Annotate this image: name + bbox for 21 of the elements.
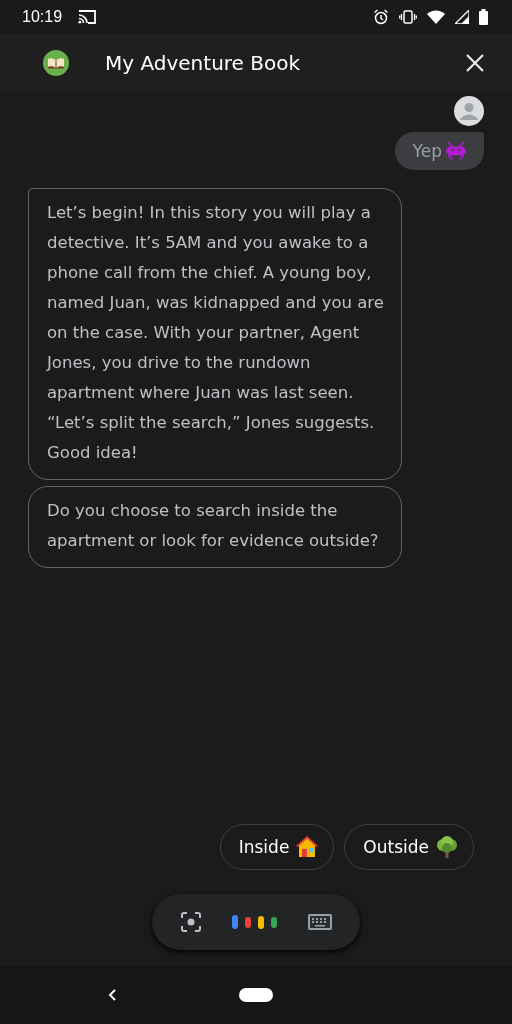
assistant-dots-icon[interactable] bbox=[230, 914, 280, 930]
close-icon[interactable] bbox=[464, 52, 486, 74]
cast-icon bbox=[78, 10, 97, 24]
user-message-text: Yep bbox=[412, 141, 442, 161]
assistant-message: Let’s begin! In this story you will play a detective. It’s 5AM and you awake to a phone call from the chief. A young boy, named Juan, was kidnapped and you are on the case. With your partner, Agent Jones, you drive to the rundown apartment where Juan was last seen. “Let’s split the search,” Jones suggests. Good idea! bbox=[28, 188, 402, 480]
alien-monster-icon bbox=[444, 140, 468, 162]
home-pill[interactable] bbox=[239, 988, 273, 1002]
book-logo-icon bbox=[43, 50, 69, 76]
keyboard-icon[interactable] bbox=[306, 913, 333, 931]
battery-icon bbox=[479, 9, 488, 25]
vibrate-icon bbox=[399, 10, 417, 24]
assistant-message: Do you choose to search inside the apartment or look for evidence outside? bbox=[28, 486, 402, 568]
clock-time: 10:19 bbox=[22, 8, 63, 26]
wifi-icon bbox=[427, 10, 445, 24]
house-icon bbox=[295, 835, 320, 859]
avatar-icon bbox=[454, 96, 484, 126]
alarm-icon bbox=[373, 9, 389, 25]
lens-icon[interactable] bbox=[179, 910, 204, 934]
tree-icon bbox=[435, 835, 459, 859]
signal-icon bbox=[455, 10, 469, 24]
app-title: My Adventure Book bbox=[105, 51, 302, 75]
